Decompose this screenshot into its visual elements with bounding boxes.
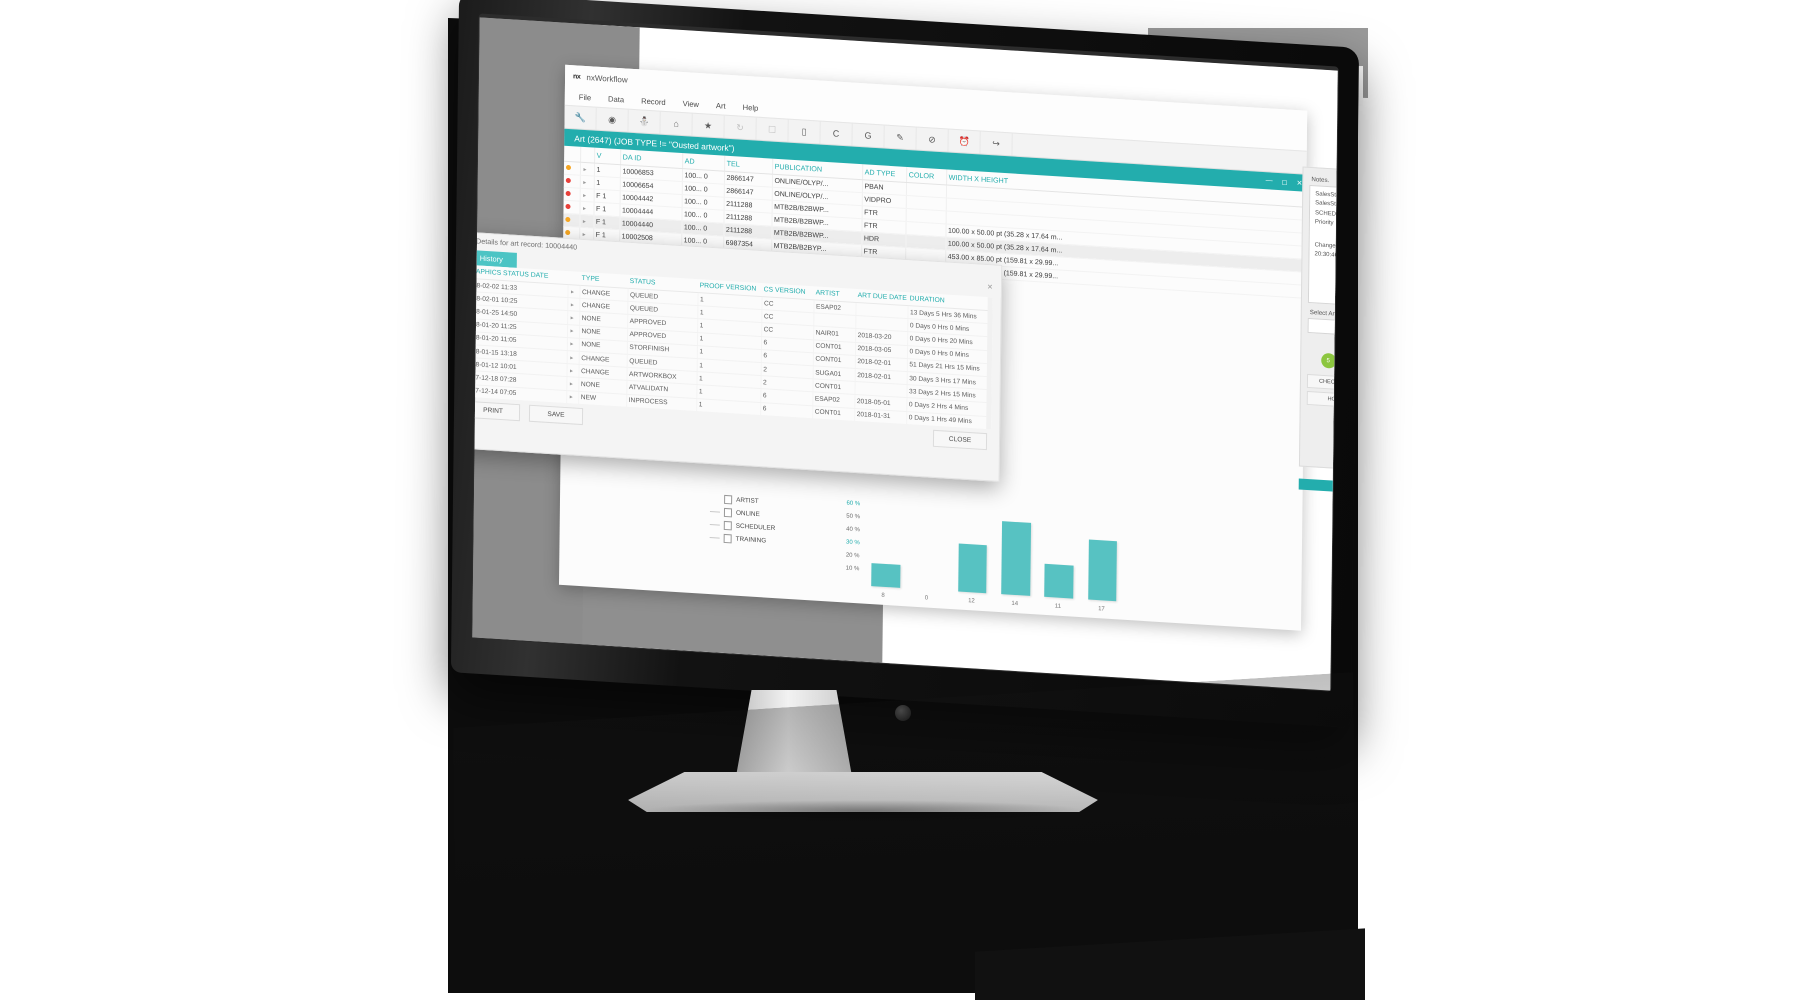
c-icon[interactable]: C [820, 121, 853, 146]
chart-y-axis: 60 % 50 % 40 % 30 % 20 % 10 % [831, 500, 861, 580]
screenshot-root: nx nxWorkflow File Data Record View Art … [0, 0, 1800, 1000]
chart-bar [871, 563, 900, 588]
row-status-dot [563, 161, 581, 176]
maximize-icon[interactable]: ◻ [1282, 178, 1288, 186]
hist-expand-icon[interactable]: ► [566, 363, 579, 378]
grid-col-v[interactable]: V [594, 147, 621, 165]
edit-icon[interactable]: ✎ [884, 125, 917, 150]
row-expand-icon[interactable]: ► [579, 175, 594, 190]
row-expand-icon[interactable]: ► [579, 162, 595, 177]
menu-item-view[interactable]: View [683, 99, 699, 109]
chart-bar [1087, 539, 1118, 602]
g-icon[interactable]: G [852, 123, 885, 148]
chart-x-tick: 12 [968, 598, 975, 605]
hist-expand-icon[interactable]: ► [566, 390, 579, 404]
close-button[interactable]: CLOSE [932, 429, 988, 450]
chart-plot-area: 8 0 12 14 11 17 [864, 506, 1125, 614]
chart-x-tick: 14 [1011, 600, 1019, 608]
tree-connector [709, 536, 720, 540]
chart-y-tick: 10 % [845, 565, 860, 573]
row-status-dot [563, 200, 580, 215]
arrow-icon[interactable]: ↪ [980, 131, 1013, 156]
minimize-icon[interactable]: — [1266, 177, 1273, 184]
hist-expand-icon[interactable]: ► [566, 324, 580, 339]
tree-item-label: TRAINING [735, 535, 767, 545]
document-icon [723, 533, 732, 544]
print-button[interactable]: PRINT [472, 400, 521, 421]
document-icon [724, 494, 733, 505]
refresh-icon[interactable]: ↻ [724, 115, 757, 140]
notes-textarea[interactable]: SalesStaffNa SalesStaffName SCHEDULER Pr… [1307, 184, 1338, 311]
menu-item-file[interactable]: File [579, 92, 591, 102]
notes-change-line-2: 20:30:46 CEST 2017 [1314, 251, 1338, 261]
tree-item-label: ONLINE [735, 509, 760, 519]
menu-item-help[interactable]: Help [743, 102, 759, 112]
row-status-dot [563, 213, 580, 228]
priority-button-5[interactable]: 5 [1320, 352, 1336, 369]
monitor-screen: nx nxWorkflow File Data Record View Art … [472, 17, 1338, 691]
priority-buttons: 54321 [1307, 352, 1338, 374]
check-out-button[interactable]: CHECK OUT [1306, 373, 1338, 392]
hist-expand-icon[interactable]: ► [566, 376, 579, 391]
chart-x-tick: 11 [1054, 603, 1062, 610]
hist-artist: CONT01 [812, 405, 855, 422]
tree-connector [709, 510, 720, 514]
tree-item-label: SCHEDULER [735, 522, 776, 533]
record-side-panel: Notes. SalesStaffNa SalesStaffName SCHED… [1298, 166, 1338, 475]
cancel-icon[interactable]: ⊘ [916, 127, 949, 152]
hist-expand-icon[interactable]: ► [566, 337, 579, 352]
grid-col-expand[interactable] [580, 146, 595, 164]
hist-expand-icon[interactable]: ► [567, 297, 580, 312]
tree-connector [709, 523, 720, 527]
document-icon [723, 520, 732, 531]
chart-x-tick: 8 [881, 592, 885, 599]
checkbox-icon[interactable]: ☐ [756, 117, 789, 142]
wrench-icon[interactable]: 🔧 [564, 105, 597, 130]
document-icon[interactable]: ▯ [788, 119, 821, 144]
home-icon[interactable]: ⌂ [660, 111, 693, 136]
clock-icon[interactable]: ◉ [596, 107, 629, 132]
chart-bar [1001, 520, 1031, 596]
grid-window-controls: — ◻ ✕ [1266, 172, 1303, 191]
row-status-dot [563, 187, 580, 202]
chart-x-tick: 17 [1098, 606, 1105, 613]
dialog-close-icon[interactable]: ✕ [987, 283, 993, 291]
hist-expand-icon[interactable]: ► [566, 350, 579, 365]
details-dialog: nx Details for art record: 10004440 Hist… [472, 231, 1003, 482]
menu-item-record[interactable]: Record [641, 96, 666, 107]
tree-item-label: ARTIST [736, 496, 759, 506]
hist-expand-icon[interactable]: ► [567, 310, 580, 325]
document-icon [723, 507, 733, 518]
save-button[interactable]: SAVE [528, 404, 584, 425]
row-status-dot [563, 174, 580, 189]
app-logo-icon: nx [573, 72, 581, 81]
app-title: nxWorkflow [586, 72, 628, 85]
row-expand-icon[interactable]: ► [579, 188, 594, 203]
row-expand-icon[interactable]: ► [579, 214, 594, 229]
grid-col-status[interactable] [564, 145, 581, 163]
hierarchy-icon[interactable]: ⛄ [628, 109, 661, 134]
chart-x-tick: 0 [924, 595, 929, 602]
chart-bar [957, 543, 987, 594]
select-artist-dropdown[interactable]: ▼ [1307, 317, 1338, 341]
hold-button[interactable]: HOLD [1306, 390, 1338, 409]
brand-logo: net·linx discover the ease [1306, 419, 1338, 455]
hist-expand-icon[interactable]: ► [567, 284, 580, 299]
status-buttons-row-2: HOLD INCOMPLETE [1306, 390, 1338, 412]
clock2-icon[interactable]: ⏰ [948, 129, 981, 154]
row-expand-icon[interactable]: ► [579, 201, 594, 216]
menu-item-data[interactable]: Data [608, 94, 624, 104]
brand-tagline: discover the ease [1306, 441, 1338, 455]
bug-icon[interactable]: ★ [692, 113, 725, 138]
menu-item-art[interactable]: Art [716, 101, 726, 111]
chart-bar [1044, 563, 1074, 599]
history-scrollbar[interactable] [986, 297, 993, 430]
hist-col-expand[interactable] [567, 271, 580, 286]
